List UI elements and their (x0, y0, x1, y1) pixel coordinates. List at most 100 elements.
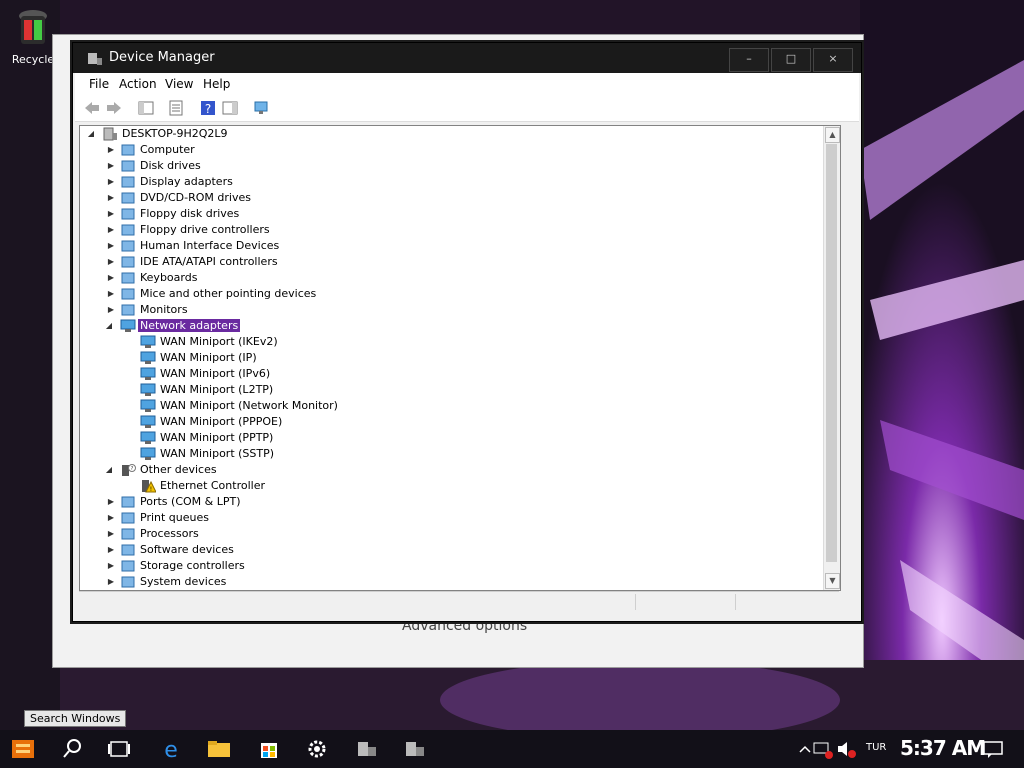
tree-item-computer[interactable]: ▶ Computer (80, 142, 820, 158)
tree-item-floppy-drive-controllers[interactable]: ▶ Floppy drive controllers (80, 222, 820, 238)
expand-arrow-icon[interactable]: ▶ (106, 174, 116, 190)
device-manager-taskbar-icon[interactable] (352, 734, 382, 764)
expand-arrow-icon[interactable]: ▶ (106, 526, 116, 542)
input-language-indicator[interactable]: TUR (866, 742, 886, 753)
wan-miniport-label: WAN Miniport (IPv6) (160, 367, 271, 380)
tree-item-wan-miniport[interactable]: WAN Miniport (SSTP) (80, 446, 820, 462)
scroll-down-arrow-icon[interactable]: ▼ (825, 573, 840, 589)
tree-item-disk-drives[interactable]: ▶ Disk drives (80, 158, 820, 174)
close-button[interactable]: × (813, 48, 853, 72)
tree-item-label: Floppy drive controllers (140, 223, 270, 236)
tree-item-monitors[interactable]: ▶ Monitors (80, 302, 820, 318)
tree-item-print-queues[interactable]: ▶ Print queues (80, 510, 820, 526)
tree-item-label: Human Interface Devices (140, 239, 280, 252)
tree-item-wan-miniport[interactable]: WAN Miniport (Network Monitor) (80, 398, 820, 414)
forward-arrow-icon[interactable] (105, 99, 123, 117)
keyboard-icon (121, 272, 135, 284)
tree-item-wan-miniport[interactable]: WAN Miniport (L2TP) (80, 382, 820, 398)
tree-item-wan-miniport[interactable]: WAN Miniport (PPPOE) (80, 414, 820, 430)
action-pane-icon[interactable] (221, 99, 239, 117)
search-icon[interactable] (58, 734, 88, 764)
recycle-bin-shortcut[interactable]: Recycle (8, 6, 58, 66)
tree-item-human-interface-devices[interactable]: ▶ Human Interface Devices (80, 238, 820, 254)
help-icon[interactable]: ? (199, 99, 217, 117)
device-manager-taskbar-icon-2[interactable] (400, 734, 430, 764)
warning-device-icon: ! (142, 480, 156, 493)
tree-item-software-devices[interactable]: ▶ Software devices (80, 542, 820, 558)
collapse-arrow-icon[interactable]: ◢ (104, 462, 114, 478)
collapse-arrow-icon[interactable]: ◢ (86, 126, 96, 142)
minimize-button[interactable]: – (729, 48, 769, 72)
device-tree[interactable]: ◢ DESKTOP-9H2Q2L9 ▶ Computer ▶ Disk drives ▶… (79, 125, 841, 591)
expand-arrow-icon[interactable]: ▶ (106, 158, 116, 174)
tree-item-wan-miniport[interactable]: WAN Miniport (PPTP) (80, 430, 820, 446)
back-arrow-icon[interactable] (83, 99, 101, 117)
tree-root[interactable]: ◢ DESKTOP-9H2Q2L9 (80, 126, 820, 142)
start-button[interactable] (8, 734, 38, 764)
tree-item-wan-miniport[interactable]: WAN Miniport (IPv6) (80, 366, 820, 382)
expand-arrow-icon[interactable]: ▶ (106, 542, 116, 558)
tree-item-display-adapters[interactable]: ▶ Display adapters (80, 174, 820, 190)
properties-icon[interactable] (167, 99, 185, 117)
network-adapter-icon (140, 335, 156, 348)
expand-arrow-icon[interactable]: ▶ (106, 270, 116, 286)
tree-item-network-adapters[interactable]: ◢ Network adapters (80, 318, 820, 334)
expand-arrow-icon[interactable]: ▶ (106, 254, 116, 270)
expand-arrow-icon[interactable]: ▶ (106, 494, 116, 510)
tree-item-ide-ata-atapi-controllers[interactable]: ▶ IDE ATA/ATAPI controllers (80, 254, 820, 270)
expand-arrow-icon[interactable]: ▶ (106, 510, 116, 526)
maximize-button[interactable]: □ (771, 48, 811, 72)
tree-item-wan-miniport[interactable]: WAN Miniport (IP) (80, 350, 820, 366)
expand-arrow-icon[interactable]: ▶ (106, 302, 116, 318)
tree-item-storage-controllers[interactable]: ▶ Storage controllers (80, 558, 820, 574)
title-bar[interactable]: Device Manager – □ × (73, 43, 861, 73)
expand-arrow-icon[interactable]: ▶ (106, 142, 116, 158)
tree-item-ports-com-lpt[interactable]: ▶ Ports (COM & LPT) (80, 494, 820, 510)
volume-muted-icon[interactable] (832, 734, 862, 764)
settings-gear-icon[interactable] (302, 734, 332, 764)
wan-miniport-label: WAN Miniport (Network Monitor) (160, 399, 338, 412)
expand-arrow-icon[interactable]: ▶ (106, 558, 116, 574)
collapse-arrow-icon[interactable]: ◢ (104, 318, 114, 334)
recycle-bin-icon (19, 10, 47, 44)
expand-arrow-icon[interactable]: ▶ (106, 574, 116, 590)
tree-item-keyboards[interactable]: ▶ Keyboards (80, 270, 820, 286)
menu-file[interactable]: File (89, 77, 109, 91)
task-view-icon[interactable] (104, 734, 134, 764)
scan-hardware-icon[interactable] (253, 99, 271, 117)
tree-root-label: DESKTOP-9H2Q2L9 (122, 127, 228, 140)
show-hide-console-tree-icon[interactable] (137, 99, 155, 117)
tree-item-ethernet-controller[interactable]: ! Ethernet Controller (80, 478, 820, 494)
menu-help[interactable]: Help (203, 77, 230, 91)
tree-item-wan-miniport[interactable]: WAN Miniport (IKEv2) (80, 334, 820, 350)
recycle-bin-label: Recycle (11, 53, 55, 66)
scroll-thumb[interactable] (826, 144, 837, 562)
network-adapter-icon (120, 319, 136, 332)
network-adapter-icon (140, 367, 156, 380)
tree-item-processors[interactable]: ▶ Processors (80, 526, 820, 542)
expand-arrow-icon[interactable]: ▶ (106, 222, 116, 238)
store-icon[interactable] (254, 734, 284, 764)
tree-item-label: Print queues (140, 511, 209, 524)
tree-item-mice-and-other-pointing-devices[interactable]: ▶ Mice and other pointing devices (80, 286, 820, 302)
expand-arrow-icon[interactable]: ▶ (106, 190, 116, 206)
edge-browser-icon[interactable]: e (156, 734, 186, 764)
wan-miniport-label: WAN Miniport (SSTP) (160, 447, 275, 460)
storage-controller-icon (121, 560, 135, 572)
menu-action[interactable]: Action (119, 77, 157, 91)
scroll-up-arrow-icon[interactable]: ▲ (825, 127, 840, 143)
file-explorer-icon[interactable] (204, 734, 234, 764)
expand-arrow-icon[interactable]: ▶ (106, 206, 116, 222)
expand-arrow-icon[interactable]: ▶ (106, 286, 116, 302)
expand-arrow-icon[interactable]: ▶ (106, 238, 116, 254)
menu-view[interactable]: View (165, 77, 193, 91)
tree-vertical-scrollbar[interactable]: ▲ ▼ (823, 126, 840, 590)
tree-item-label: Ports (COM & LPT) (140, 495, 241, 508)
network-adapter-icon (140, 383, 156, 396)
taskbar-clock[interactable]: 5:37 AM (900, 736, 986, 760)
tree-item-other-devices[interactable]: ◢ ? Other devices (80, 462, 820, 478)
tree-item-dvd-cd-rom-drives[interactable]: ▶ DVD/CD-ROM drives (80, 190, 820, 206)
svg-text:?: ? (131, 466, 134, 472)
tree-item-floppy-disk-drives[interactable]: ▶ Floppy disk drives (80, 206, 820, 222)
tree-item-system-devices[interactable]: ▶ System devices (80, 574, 820, 590)
